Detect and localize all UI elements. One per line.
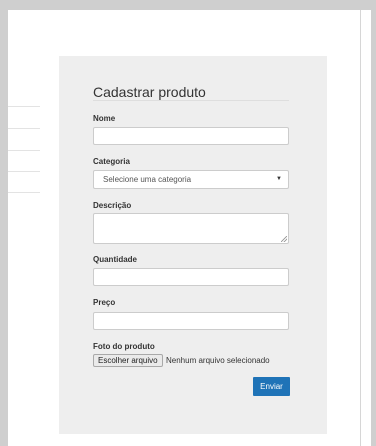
form-title: Cadastrar produto <box>93 84 206 100</box>
descricao-label: Descrição <box>93 201 132 210</box>
product-form: Cadastrar produto Nome Categoria Selecio… <box>59 56 327 434</box>
categoria-label: Categoria <box>93 157 130 166</box>
quantidade-label: Quantidade <box>93 255 138 264</box>
title-divider <box>93 100 289 101</box>
choose-file-button[interactable]: Escolher arquivo <box>93 354 163 367</box>
submit-button[interactable]: Enviar <box>253 377 290 396</box>
foto-label: Foto do produto <box>93 342 155 351</box>
nome-label: Nome <box>93 114 116 123</box>
sidebar-divider <box>8 106 40 107</box>
page-edge <box>360 10 361 446</box>
sidebar-divider <box>8 171 40 172</box>
file-status-text: Nenhum arquivo selecionado <box>166 356 270 365</box>
categoria-selected-value: Selecione uma categoria <box>103 175 192 184</box>
categoria-select[interactable]: Selecione uma categoria ▼ <box>93 170 289 189</box>
resize-grip-icon[interactable] <box>281 236 287 242</box>
descricao-textarea[interactable] <box>93 213 289 244</box>
nome-input[interactable] <box>93 127 289 145</box>
sidebar-divider <box>8 150 40 151</box>
quantidade-input[interactable] <box>93 268 289 286</box>
chevron-down-icon: ▼ <box>276 176 282 182</box>
sidebar-divider <box>8 128 40 129</box>
preco-input[interactable] <box>93 312 289 330</box>
preco-label: Preço <box>93 298 116 307</box>
browser-top-strip <box>8 0 376 10</box>
sidebar-divider <box>8 192 40 193</box>
